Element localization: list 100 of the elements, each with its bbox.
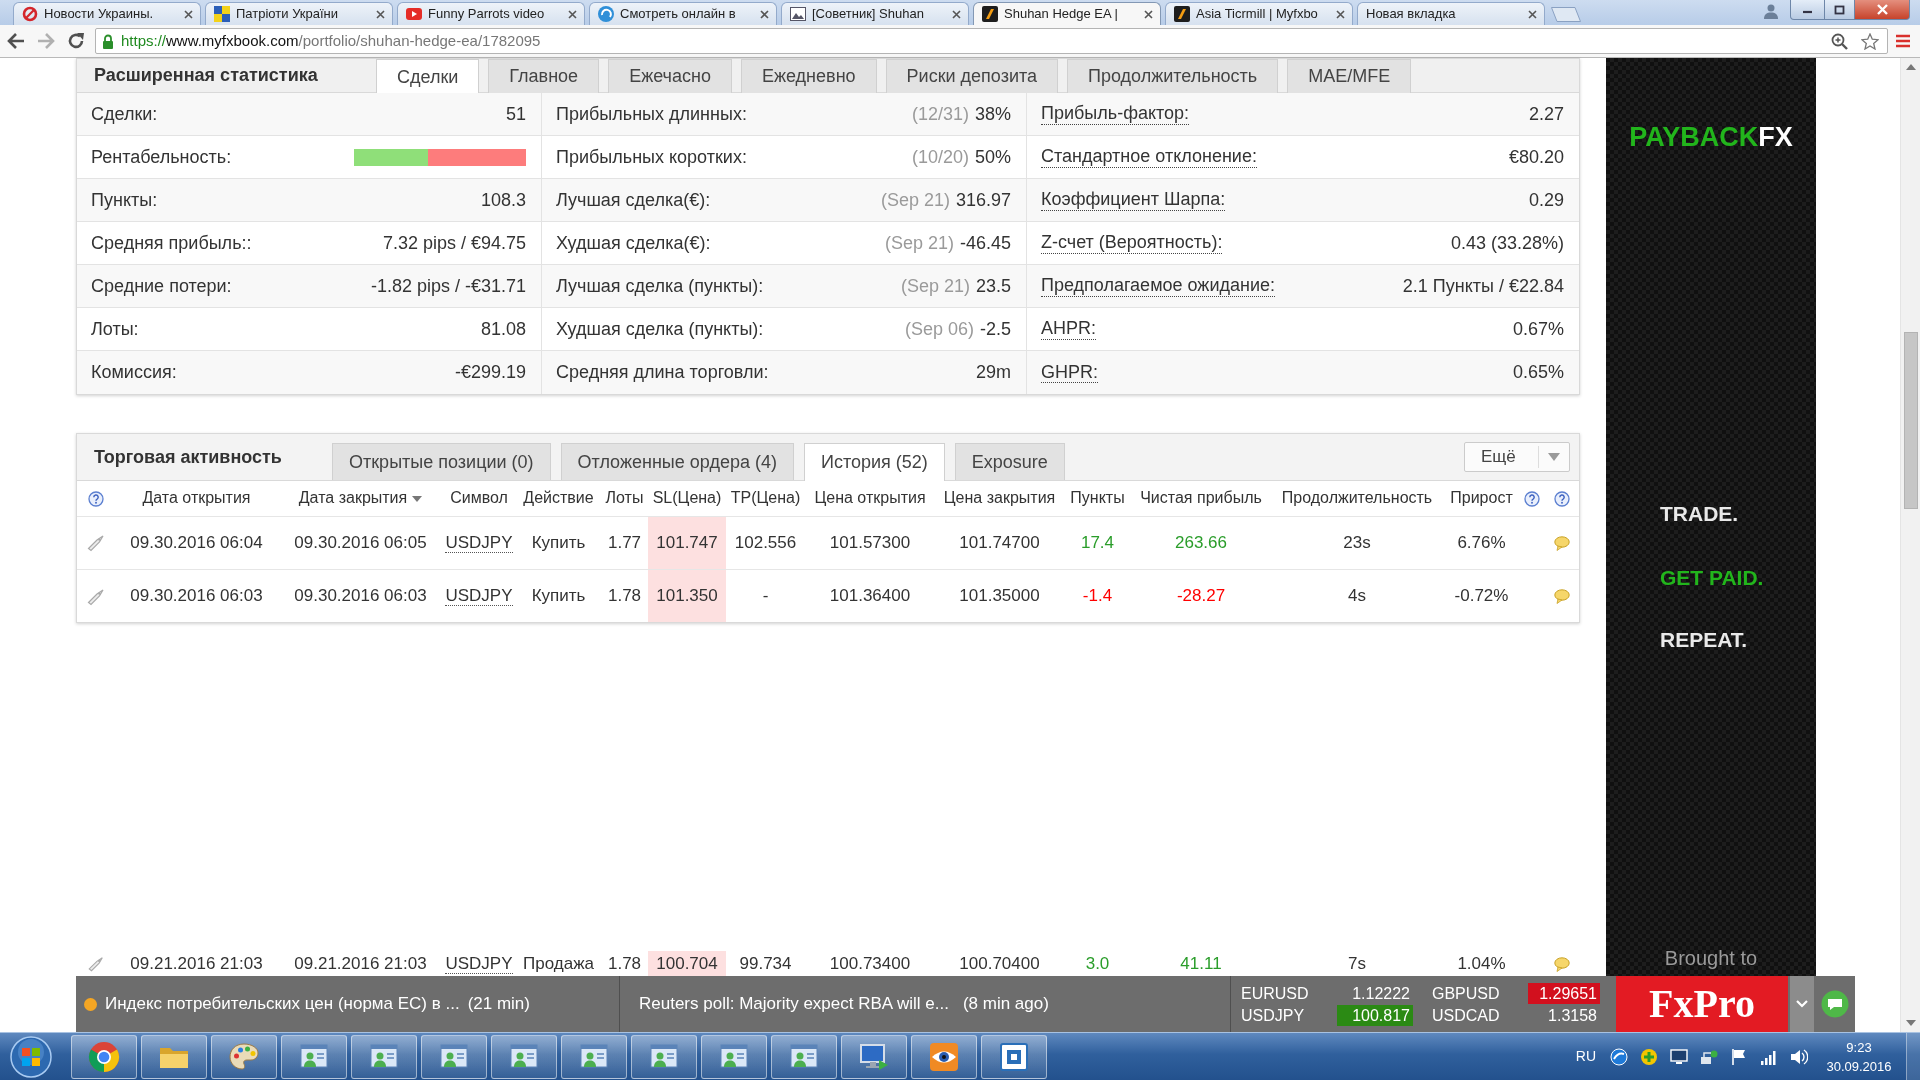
minimize-button[interactable] bbox=[1790, 0, 1825, 20]
clock-date[interactable]: 30.09.2016 bbox=[1824, 1056, 1894, 1076]
plus-badge-icon[interactable] bbox=[1640, 1047, 1658, 1066]
close-icon[interactable] bbox=[1528, 9, 1537, 19]
tab[interactable]: История (52) bbox=[803, 443, 945, 481]
column-header[interactable]: Продолжительность bbox=[1271, 481, 1443, 516]
stat-label: Лоты: bbox=[91, 317, 139, 341]
taskbar-button[interactable] bbox=[141, 1034, 207, 1079]
table-cell: Купить bbox=[516, 569, 601, 622]
menu-icon[interactable] bbox=[1895, 34, 1911, 48]
symbol-link[interactable]: USDJPY bbox=[445, 532, 513, 553]
flag-icon[interactable] bbox=[1730, 1047, 1748, 1066]
language-indicator[interactable]: RU bbox=[1575, 1046, 1596, 1067]
clock-time[interactable]: 9:23 bbox=[1824, 1037, 1894, 1057]
help-icon[interactable] bbox=[87, 491, 104, 507]
brand-logo[interactable]: FxPro bbox=[1616, 976, 1788, 1032]
user-icon[interactable] bbox=[1763, 3, 1779, 19]
tab[interactable]: Ежечасно bbox=[608, 59, 732, 93]
column-header[interactable]: Чистая прибыль bbox=[1131, 481, 1271, 516]
news-headline[interactable]: Reuters poll: Majority expect RBA will e... bbox=[639, 991, 949, 1017]
more-dropdown[interactable]: Ещё bbox=[1464, 442, 1570, 472]
taskbar-button[interactable] bbox=[841, 1034, 907, 1079]
taskbar-button[interactable] bbox=[701, 1034, 767, 1079]
help-icon[interactable] bbox=[1524, 491, 1540, 507]
help-icon[interactable] bbox=[1553, 491, 1570, 507]
swirl-icon bbox=[598, 6, 614, 22]
scroll-down-icon[interactable] bbox=[1905, 1020, 1916, 1026]
close-icon[interactable] bbox=[760, 9, 769, 19]
column-header[interactable]: Цена открытия bbox=[805, 481, 935, 516]
scrollbar-thumb[interactable] bbox=[1903, 332, 1918, 509]
stat-note: (Sep 21) bbox=[900, 274, 970, 298]
tab[interactable]: Открытые позиции (0) bbox=[332, 443, 551, 480]
taskbar-button[interactable] bbox=[71, 1034, 137, 1079]
stat-value: 51 bbox=[505, 102, 526, 126]
tab[interactable]: MAE/MFE bbox=[1287, 59, 1412, 93]
symbol-link[interactable]: USDJPY bbox=[445, 586, 513, 606]
column-header[interactable]: Дата открытия bbox=[114, 481, 279, 516]
taskbar-button[interactable] bbox=[561, 1034, 627, 1079]
symbol-link[interactable]: USDJPY bbox=[445, 953, 513, 974]
collapse-button[interactable] bbox=[1790, 976, 1814, 1032]
scroll-up-icon[interactable] bbox=[1905, 64, 1916, 70]
close-icon[interactable] bbox=[184, 9, 193, 19]
column-header[interactable]: TP(Цена) bbox=[726, 481, 805, 516]
browser-tab[interactable]: Asia Ticrmill | Myfxbo bbox=[1165, 2, 1353, 25]
stat-value: 50% bbox=[974, 145, 1011, 169]
advertisement-banner[interactable]: PAYBACKFX TRADE. GET PAID. REPEAT. Brought to bbox=[1606, 58, 1816, 976]
back-icon[interactable] bbox=[6, 32, 26, 50]
reload-icon[interactable] bbox=[66, 31, 86, 51]
tab[interactable]: Продолжительность bbox=[1067, 59, 1279, 93]
tab[interactable]: Сделки bbox=[376, 59, 480, 94]
column-header[interactable]: Символ bbox=[442, 481, 516, 516]
zoom-icon[interactable] bbox=[1831, 32, 1848, 50]
browser-tab[interactable]: Новая вкладка bbox=[1357, 2, 1545, 25]
disc-icon[interactable] bbox=[1610, 1047, 1628, 1066]
browser-tab[interactable]: Патріоти України bbox=[205, 2, 393, 25]
column-header[interactable]: Прирост bbox=[1443, 481, 1520, 516]
close-icon[interactable] bbox=[1144, 9, 1153, 19]
taskbar-button[interactable] bbox=[981, 1034, 1047, 1079]
maximize-button[interactable] bbox=[1825, 0, 1855, 20]
browser-tab[interactable]: Funny Parrots video bbox=[397, 2, 585, 25]
star-icon[interactable] bbox=[1861, 32, 1879, 50]
browser-tab[interactable]: Новости Украины. bbox=[13, 2, 201, 25]
column-header[interactable]: Действие bbox=[516, 481, 601, 516]
scrollbar[interactable] bbox=[1900, 58, 1920, 1032]
tab[interactable]: Exposure bbox=[954, 443, 1065, 480]
browser-tab[interactable]: Смотреть онлайн в bbox=[589, 2, 777, 25]
news-headline[interactable]: Индекс потребительских цен (норма ЕС) в ... bbox=[105, 991, 460, 1017]
tab[interactable]: Ежедневно bbox=[740, 59, 877, 93]
taskbar-button[interactable] bbox=[491, 1034, 557, 1079]
show-desktop-button[interactable] bbox=[1906, 1033, 1920, 1080]
column-header[interactable]: Лоты bbox=[601, 481, 648, 516]
stat-label: Комиссия: bbox=[91, 361, 177, 384]
browser-tab[interactable]: Shuhan Hedge EA | bbox=[973, 2, 1161, 25]
taskbar-button[interactable] bbox=[771, 1034, 837, 1079]
tab[interactable]: Главное bbox=[488, 59, 600, 93]
monitor-icon[interactable] bbox=[1670, 1047, 1688, 1066]
close-icon[interactable] bbox=[1336, 9, 1345, 19]
sort-caret-icon[interactable] bbox=[412, 496, 423, 502]
chat-icon[interactable] bbox=[1820, 990, 1849, 1018]
taskbar-button[interactable] bbox=[631, 1034, 697, 1079]
taskbar-button[interactable] bbox=[211, 1034, 277, 1079]
speaker-icon[interactable] bbox=[1790, 1047, 1808, 1066]
tab[interactable]: Отложенные ордера (4) bbox=[560, 443, 794, 480]
column-header[interactable]: Пункты bbox=[1064, 481, 1131, 516]
taskbar-button[interactable] bbox=[911, 1034, 977, 1079]
address-bar[interactable]: https://www.myfxbook.com/portfolio/shuhan-hedge-ea/1782095 bbox=[95, 28, 1888, 54]
taskbar-button[interactable] bbox=[351, 1034, 417, 1079]
browser-tab[interactable]: [Советник] Shuhan bbox=[781, 2, 969, 25]
table-cell: 6.76% bbox=[1443, 516, 1520, 569]
tab[interactable]: Риски депозита bbox=[885, 59, 1058, 93]
close-icon[interactable] bbox=[952, 9, 961, 19]
close-icon[interactable] bbox=[376, 9, 385, 19]
taskbar-button[interactable] bbox=[421, 1034, 487, 1079]
close-icon[interactable] bbox=[568, 9, 577, 19]
table-cell: 09.30.2016 06:03 bbox=[114, 569, 279, 622]
taskbar-button[interactable] bbox=[281, 1034, 347, 1079]
close-window-button[interactable] bbox=[1855, 0, 1910, 20]
column-header[interactable]: SL(Цена) bbox=[648, 481, 726, 516]
column-header[interactable]: Дата закрытия bbox=[279, 481, 442, 516]
column-header[interactable]: Цена закрытия bbox=[935, 481, 1064, 516]
